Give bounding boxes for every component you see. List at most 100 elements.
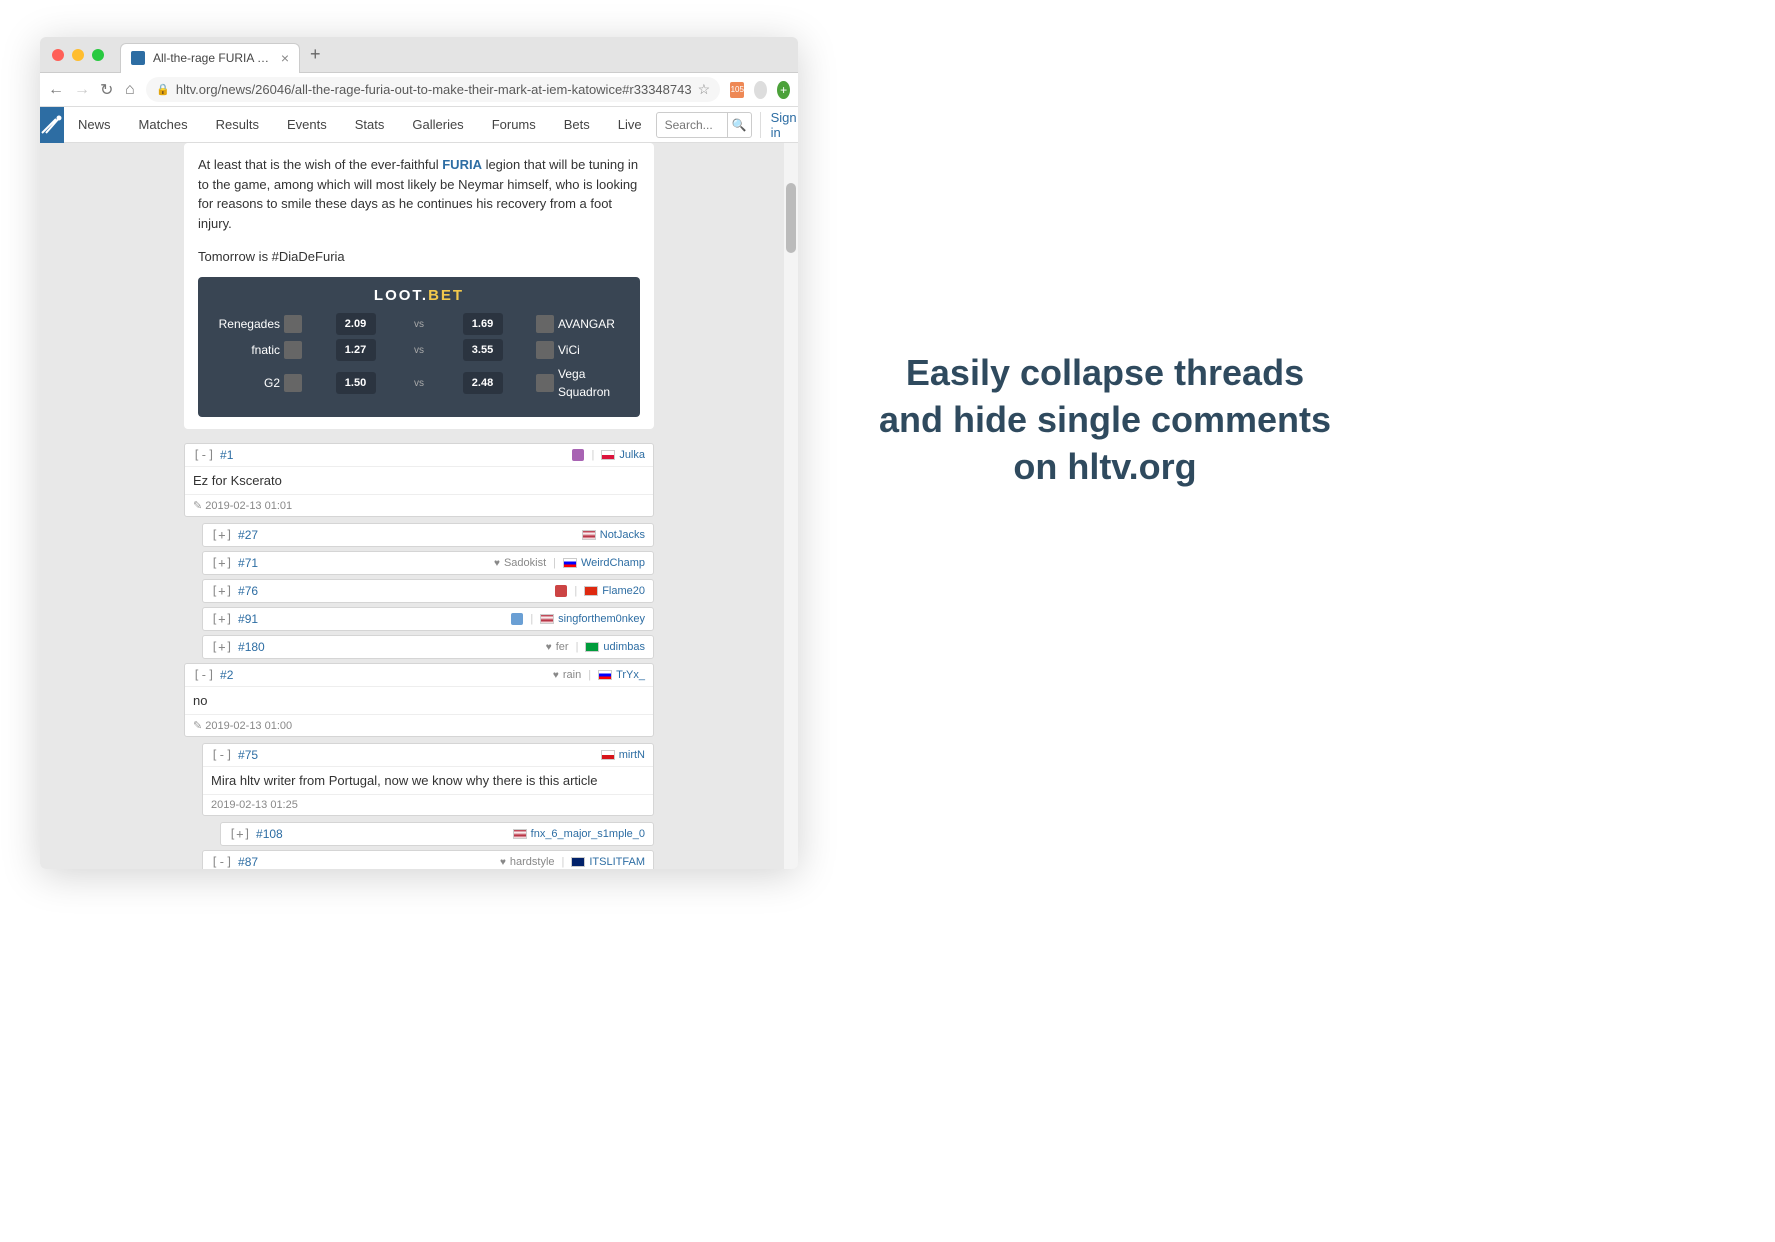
browser-tab[interactable]: All-the-rage FURIA out to make ×: [120, 43, 300, 73]
extension-badge[interactable]: 105: [730, 82, 744, 98]
odd-right[interactable]: 3.55: [463, 339, 503, 361]
team-icon: [284, 315, 302, 333]
username-link[interactable]: Flame20: [602, 585, 645, 597]
flag-icon: [585, 642, 599, 652]
user-icon: [572, 449, 584, 461]
comment-number[interactable]: #1: [220, 448, 233, 462]
comment-number[interactable]: #71: [238, 556, 258, 570]
search-button[interactable]: 🔍: [727, 112, 751, 138]
username-link[interactable]: NotJacks: [600, 529, 645, 541]
team-icon: [536, 315, 554, 333]
username-link[interactable]: singforthem0nkey: [558, 613, 645, 625]
odd-right[interactable]: 1.69: [463, 313, 503, 335]
comment-1: [-] #1 | Julka Ez for Kscerato 2019-02-1…: [184, 443, 654, 517]
username-link[interactable]: TrYx_: [616, 669, 645, 681]
username-link[interactable]: mirtN: [619, 749, 645, 761]
expand-toggle[interactable]: [+]: [211, 584, 233, 598]
username-link[interactable]: ITSLITFAM: [589, 856, 645, 868]
site-logo[interactable]: [40, 107, 64, 143]
comment-timestamp: 2019-02-13 01:00: [185, 714, 653, 736]
article-hashtag: Tomorrow is #DiaDeFuria: [198, 247, 640, 267]
scrollbar-thumb[interactable]: [786, 183, 796, 253]
bookmark-icon[interactable]: ☆: [698, 81, 711, 98]
forward-button[interactable]: →: [74, 81, 90, 99]
team-left: fnatic: [210, 341, 302, 359]
comment-body: Mira hltv writer from Portugal, now we k…: [203, 767, 653, 794]
close-window-button[interactable]: [52, 49, 64, 61]
collapse-toggle[interactable]: [-]: [193, 668, 215, 682]
home-button[interactable]: ⌂: [123, 81, 136, 99]
comment-number[interactable]: #108: [256, 827, 283, 841]
collapse-toggle[interactable]: [-]: [211, 855, 233, 869]
comment-91: [+] #91 | singforthem0nkey: [202, 607, 654, 631]
odd-left[interactable]: 2.09: [336, 313, 376, 335]
nav-stats[interactable]: Stats: [341, 117, 399, 132]
heart-icon: ♥: [553, 670, 559, 681]
expand-toggle[interactable]: [+]: [211, 640, 233, 654]
username-link[interactable]: Julka: [619, 449, 645, 461]
nav-events[interactable]: Events: [273, 117, 341, 132]
scrollbar[interactable]: [784, 143, 798, 869]
comment-number[interactable]: #87: [238, 855, 258, 869]
odd-right[interactable]: 2.48: [463, 372, 503, 394]
username-link[interactable]: fnx_6_major_s1mple_0: [531, 828, 645, 840]
article-body: At least that is the wish of the ever-fa…: [184, 143, 654, 429]
odd-left[interactable]: 1.50: [336, 372, 376, 394]
bet-logo[interactable]: LOOT.BET: [210, 285, 628, 308]
signin-link[interactable]: Sign in: [760, 112, 798, 138]
nav-results[interactable]: Results: [202, 117, 273, 132]
comment-number[interactable]: #76: [238, 584, 258, 598]
team-left: Renegades: [210, 315, 302, 333]
nav-matches[interactable]: Matches: [125, 117, 202, 132]
nav-live[interactable]: Live: [604, 117, 656, 132]
expand-toggle[interactable]: [+]: [211, 556, 233, 570]
bet-row[interactable]: Renegades2.09vs1.69AVANGAR: [210, 313, 628, 335]
odd-left[interactable]: 1.27: [336, 339, 376, 361]
comment-number[interactable]: #180: [238, 640, 265, 654]
maximize-window-button[interactable]: [92, 49, 104, 61]
vs-label: vs: [409, 343, 429, 358]
url-text: hltv.org/news/26046/all-the-rage-furia-o…: [176, 82, 692, 97]
fan-label: fer: [556, 641, 569, 653]
article-link-furia[interactable]: FURIA: [442, 157, 482, 172]
collapse-toggle[interactable]: [-]: [193, 448, 215, 462]
site-navigation: News Matches Results Events Stats Galler…: [40, 107, 798, 143]
extension-plus-icon[interactable]: +: [777, 81, 790, 99]
minimize-window-button[interactable]: [72, 49, 84, 61]
team-icon: [284, 374, 302, 392]
collapse-toggle[interactable]: [-]: [211, 748, 233, 762]
fan-label: Sadokist: [504, 557, 546, 569]
close-tab-icon[interactable]: ×: [281, 51, 289, 65]
back-button[interactable]: ←: [48, 81, 64, 99]
nav-forums[interactable]: Forums: [478, 117, 550, 132]
comment-number[interactable]: #27: [238, 528, 258, 542]
address-bar[interactable]: 🔒 hltv.org/news/26046/all-the-rage-furia…: [146, 77, 720, 102]
profile-avatar[interactable]: [754, 81, 767, 99]
browser-window: All-the-rage FURIA out to make × + ← → ↻…: [40, 37, 798, 869]
comment-body: no: [185, 687, 653, 714]
nav-news[interactable]: News: [64, 117, 125, 132]
comment-76: [+] #76 | Flame20: [202, 579, 654, 603]
expand-toggle[interactable]: [+]: [211, 612, 233, 626]
bet-row[interactable]: G21.50vs2.48Vega Squadron: [210, 365, 628, 401]
flag-icon: [601, 450, 615, 460]
user-icon: [555, 585, 567, 597]
favicon-icon: [131, 51, 145, 65]
search-input[interactable]: [657, 118, 727, 132]
bet-row[interactable]: fnatic1.27vs3.55ViCi: [210, 339, 628, 361]
article-text-prefix: At least that is the wish of the ever-fa…: [198, 157, 442, 172]
comment-number[interactable]: #91: [238, 612, 258, 626]
comment-number[interactable]: #2: [220, 668, 233, 682]
username-link[interactable]: udimbas: [603, 641, 645, 653]
comment-number[interactable]: #75: [238, 748, 258, 762]
comment-2: [-] #2 ♥ rain| TrYx_ no 2019-02-13 01:00: [184, 663, 654, 737]
reload-button[interactable]: ↻: [100, 80, 113, 100]
traffic-lights: [52, 49, 104, 61]
nav-galleries[interactable]: Galleries: [398, 117, 477, 132]
nav-bets[interactable]: Bets: [550, 117, 604, 132]
flag-icon: [582, 530, 596, 540]
expand-toggle[interactable]: [+]: [229, 827, 251, 841]
expand-toggle[interactable]: [+]: [211, 528, 233, 542]
new-tab-button[interactable]: +: [310, 44, 321, 65]
username-link[interactable]: WeirdChamp: [581, 557, 645, 569]
